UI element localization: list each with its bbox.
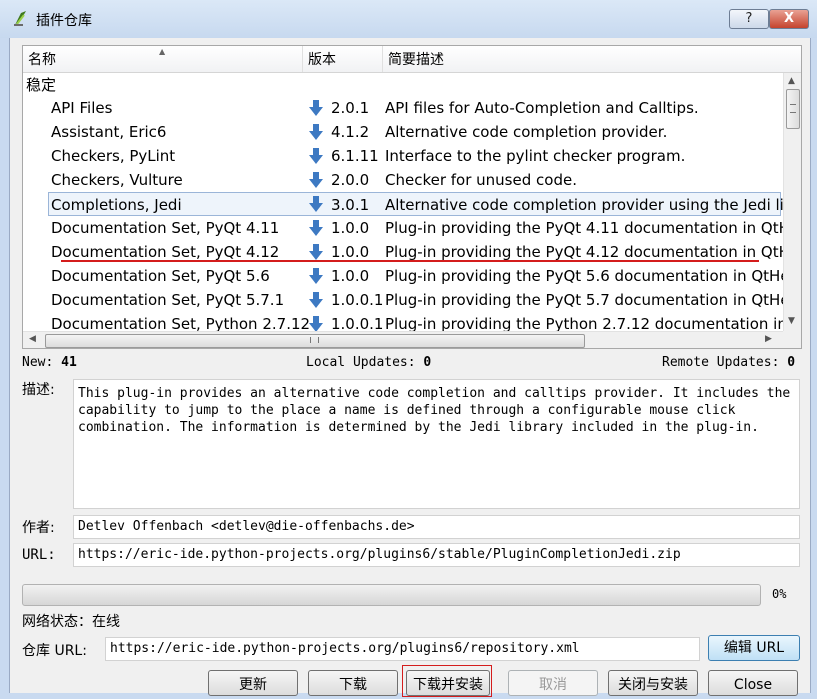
local-updates-count: Local Updates: 0 <box>306 355 432 370</box>
vertical-scrollbar[interactable]: ▲ ▼ <box>783 73 801 331</box>
plugin-description: Alternative code completion provider. <box>385 123 668 141</box>
plugin-version: 3.0.1 <box>331 196 370 214</box>
download-arrow-icon <box>309 268 323 284</box>
author-label: 作者: <box>22 520 55 536</box>
plugin-name: API Files <box>51 99 113 117</box>
description-label: 描述: <box>22 382 55 398</box>
plugin-description: Interface to the pylint checker program. <box>385 147 686 165</box>
annotation-highlight-box <box>402 665 492 697</box>
edit-url-button[interactable]: 编辑 URL <box>708 635 800 661</box>
dialog-body: 名称 ▲ 版本 简要描述 稳定 API Files 2.0.1 API file… <box>9 38 811 697</box>
plugin-name: Documentation Set, PyQt 5.7.1 <box>51 291 285 309</box>
plugin-description: Plug-in providing the PyQt 5.6 documenta… <box>385 267 790 285</box>
download-arrow-icon <box>309 124 323 140</box>
plugin-name: Documentation Set, PyQt 5.6 <box>51 267 270 285</box>
plugin-description: Plug-in providing the PyQt 5.7 documenta… <box>385 291 790 309</box>
plugin-list[interactable]: 名称 ▲ 版本 简要描述 稳定 API Files 2.0.1 API file… <box>22 45 802 349</box>
close-button[interactable]: Close <box>708 670 798 696</box>
plugin-version: 6.1.11 <box>331 147 379 165</box>
plugin-version: 1.0.0 <box>331 267 370 285</box>
close-and-install-button[interactable]: 关闭与安装 <box>608 670 698 696</box>
plugin-name: Assistant, Eric6 <box>51 123 167 141</box>
plugin-version: 4.1.2 <box>331 123 370 141</box>
cancel-button[interactable]: 取消 <box>508 670 598 696</box>
annotation-underline <box>61 260 759 262</box>
scroll-left-icon[interactable]: ◀ <box>29 334 36 344</box>
eric-app-icon <box>14 11 26 26</box>
download-progress-bar <box>22 584 761 606</box>
description-text[interactable]: This plug-in provides an alternative cod… <box>73 379 800 509</box>
network-status: 网络状态：在线 <box>22 614 120 630</box>
window-title: 插件仓库 <box>36 13 92 29</box>
column-header-version[interactable]: 版本 <box>303 46 383 72</box>
window-close-button[interactable]: X <box>769 9 809 29</box>
scroll-right-icon[interactable]: ▶ <box>765 334 772 344</box>
plugin-description: API files for Auto-Completion and Callti… <box>385 99 699 117</box>
plugin-description: Plug-in providing the PyQt 4.11 document… <box>385 219 790 237</box>
group-stable[interactable]: 稳定 <box>26 74 56 95</box>
scroll-down-icon[interactable]: ▼ <box>788 316 795 326</box>
download-arrow-icon <box>309 148 323 164</box>
list-item[interactable]: Documentation Set, PyQt 4.11 1.0.0 Plug-… <box>23 216 790 240</box>
list-item[interactable]: API Files 2.0.1 API files for Auto-Compl… <box>23 96 781 120</box>
download-arrow-icon <box>309 100 323 116</box>
repository-url-label: 仓库 URL: <box>22 643 87 659</box>
scroll-corner <box>783 331 801 348</box>
vertical-scroll-thumb[interactable] <box>786 89 800 129</box>
horizontal-scrollbar[interactable]: ◀ ▶ <box>23 331 783 348</box>
plugin-version: 2.0.1 <box>331 99 370 117</box>
progress-percent: 0% <box>772 587 787 601</box>
download-arrow-icon <box>309 316 323 332</box>
url-field[interactable]: https://eric-ide.python-projects.org/plu… <box>73 543 800 567</box>
list-item[interactable]: Checkers, Vulture 2.0.0 Checker for unus… <box>23 168 781 192</box>
new-count: New: 41 <box>22 355 77 370</box>
download-arrow-icon <box>309 172 323 188</box>
plugin-name: Completions, Jedi <box>51 196 182 214</box>
list-item[interactable]: Assistant, Eric6 4.1.2 Alternative code … <box>23 120 781 144</box>
plugin-description: Alternative code completion provider usi… <box>385 196 784 214</box>
help-button[interactable]: ? <box>729 9 769 29</box>
repository-url-field[interactable]: https://eric-ide.python-projects.org/plu… <box>105 637 700 661</box>
plugin-name: Documentation Set, PyQt 4.11 <box>51 219 280 237</box>
sort-ascending-icon: ▲ <box>159 47 166 56</box>
download-arrow-icon <box>309 292 323 308</box>
download-arrow-icon <box>309 244 323 260</box>
plugin-description: Checker for unused code. <box>385 171 577 189</box>
column-header-description[interactable]: 简要描述 <box>383 46 783 72</box>
author-field[interactable]: Detlev Offenbach <detlev@die-offenbachs.… <box>73 515 800 539</box>
plugin-version: 1.0.0 <box>331 219 370 237</box>
scroll-up-icon[interactable]: ▲ <box>788 76 795 86</box>
plugin-version: 1.0.0.1 <box>331 291 384 309</box>
list-item[interactable]: Checkers, PyLint 6.1.11 Interface to the… <box>23 144 781 168</box>
download-arrow-icon <box>309 220 323 236</box>
plugin-name: Checkers, Vulture <box>51 171 183 189</box>
list-item-selected[interactable]: Completions, Jedi 3.0.1 Alternative code… <box>48 192 784 216</box>
url-label: URL: <box>22 547 56 563</box>
plugin-name: Checkers, PyLint <box>51 147 176 165</box>
title-bar: 插件仓库 ? X <box>0 0 817 38</box>
horizontal-scroll-thumb[interactable] <box>45 334 585 348</box>
list-item[interactable]: Documentation Set, PyQt 5.6 1.0.0 Plug-i… <box>23 264 790 288</box>
list-header: 名称 ▲ 版本 简要描述 <box>23 46 801 73</box>
download-button[interactable]: 下载 <box>308 670 398 696</box>
list-item[interactable]: Documentation Set, PyQt 5.7.1 1.0.0.1 Pl… <box>23 288 790 312</box>
remote-updates-count: Remote Updates: 0 <box>662 355 796 370</box>
download-arrow-icon <box>309 196 323 212</box>
refresh-button[interactable]: 更新 <box>208 670 298 696</box>
plugin-version: 2.0.0 <box>331 171 370 189</box>
